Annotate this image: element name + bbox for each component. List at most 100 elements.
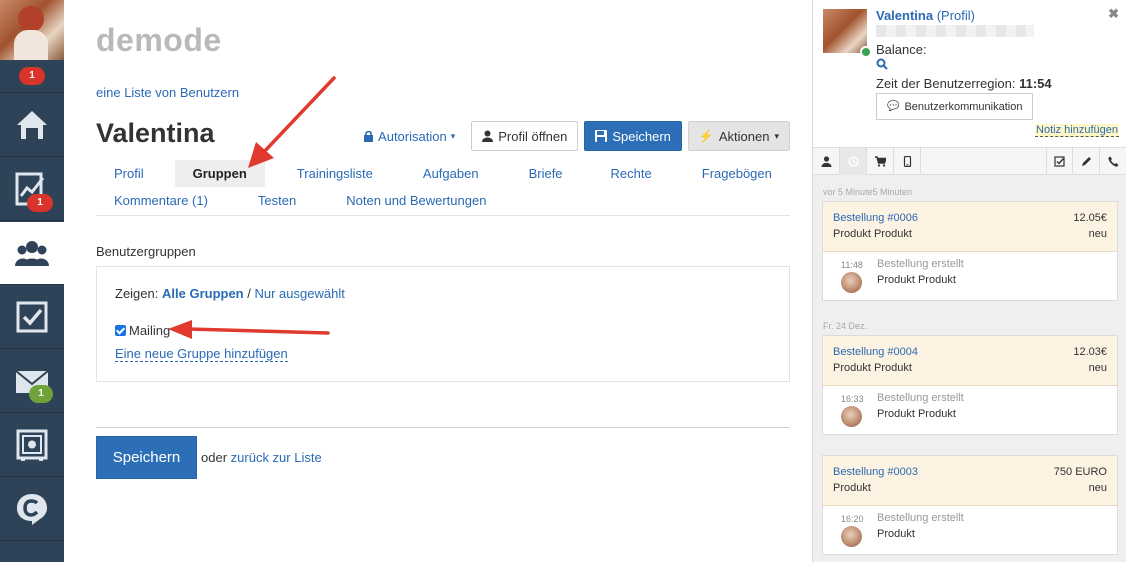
rail-item-tasks[interactable] xyxy=(0,286,64,349)
filter-label: Zeigen: xyxy=(115,286,159,301)
order-link[interactable]: Bestellung #0006 xyxy=(833,212,918,224)
panel-tab-cart[interactable] xyxy=(867,148,894,175)
left-rail: 1 1 1 xyxy=(0,0,64,562)
tab-rights[interactable]: Rechte xyxy=(611,160,652,187)
order-event: 11:48 Bestellung erstellt Produkt Produk… xyxy=(823,252,1117,300)
user-icon xyxy=(482,130,494,142)
panel-header: Valentina (Profil) ✖ Balance: Zeit der B… xyxy=(813,0,1126,148)
avatar xyxy=(823,9,867,53)
avatar xyxy=(841,406,862,427)
open-profile-button[interactable]: Profil öffnen xyxy=(471,121,579,151)
users-icon xyxy=(15,241,49,266)
order-price: 12.05€ xyxy=(1073,212,1107,224)
user-avatar[interactable] xyxy=(0,0,64,60)
group-item: Mailing xyxy=(115,323,170,338)
rail-item-home[interactable] xyxy=(0,94,64,157)
rail-item-mail[interactable]: 1 xyxy=(0,350,64,413)
communication-button[interactable]: 💬 Benutzerkommunikation xyxy=(876,93,1034,120)
tab-training-list[interactable]: Trainingsliste xyxy=(297,160,373,187)
communication-label: Benutzerkommunikation xyxy=(904,100,1023,113)
checkbox-icon xyxy=(16,301,48,333)
filter-all-groups[interactable]: Alle Gruppen xyxy=(162,286,244,301)
feed-date: Fr. 24 Dez. xyxy=(823,321,868,331)
user-side-panel: Valentina (Profil) ✖ Balance: Zeit der B… xyxy=(812,0,1126,562)
tab-groups[interactable]: Gruppen xyxy=(174,160,265,187)
authorization-label: Autorisation xyxy=(378,128,447,144)
annotation-arrow xyxy=(248,76,336,168)
floppy-icon xyxy=(595,130,608,142)
panel-tab-tasks[interactable] xyxy=(1046,148,1073,175)
add-group-link[interactable]: Eine neue Gruppe hinzufügen xyxy=(115,346,288,362)
section-title: Benutzergruppen xyxy=(96,244,196,259)
event-product: Produkt Produkt xyxy=(877,408,956,420)
group-label[interactable]: Mailing xyxy=(129,323,170,338)
tab-bar: Profil Gruppen Trainingsliste Aufgaben B… xyxy=(96,160,790,214)
bolt-icon: ⚡ xyxy=(698,129,714,143)
order-header: Bestellung #0003 750 EURO Produkt neu xyxy=(823,456,1117,506)
stats-badge: 1 xyxy=(27,194,53,212)
open-profile-label: Profil öffnen xyxy=(498,128,568,144)
notification-row[interactable]: 1 xyxy=(0,60,64,93)
actions-dropdown[interactable]: ⚡ Aktionen ▾ xyxy=(687,121,790,151)
divider xyxy=(96,427,790,428)
tab-questionnaires[interactable]: Fragebögen xyxy=(702,160,772,187)
panel-tab-user[interactable] xyxy=(813,148,840,175)
group-checkbox[interactable] xyxy=(115,325,126,336)
panel-tab-history[interactable] xyxy=(840,148,867,175)
event-product: Produkt Produkt xyxy=(877,274,956,286)
filter-separator: / xyxy=(247,286,251,301)
order-status: neu xyxy=(1088,228,1107,240)
tab-tasks[interactable]: Aufgaben xyxy=(423,160,479,187)
safe-icon xyxy=(16,429,48,461)
panel-tab-edit[interactable] xyxy=(1073,148,1100,175)
rail-item-chat[interactable] xyxy=(0,478,64,541)
tab-comments[interactable]: Kommentare (1) xyxy=(114,187,208,214)
tab-profile[interactable]: Profil xyxy=(114,160,144,187)
order-link[interactable]: Bestellung #0003 xyxy=(833,466,918,478)
rail-item-safe[interactable] xyxy=(0,414,64,477)
user-icon xyxy=(821,156,831,167)
panel-profile-link[interactable]: (Profil) xyxy=(937,8,975,23)
add-note-link[interactable]: Notiz hinzufügen xyxy=(1035,124,1119,137)
panel-tab-mobile[interactable] xyxy=(894,148,921,175)
filter-selected-only[interactable]: Nur ausgewählt xyxy=(255,286,345,301)
tab-testing[interactable]: Testen xyxy=(258,187,296,214)
close-icon[interactable]: ✖ xyxy=(1108,6,1119,22)
event-time: 16:33 xyxy=(841,394,864,404)
order-header: Bestellung #0006 12.05€ Produkt Produkt … xyxy=(823,202,1117,252)
panel-tab-phone[interactable] xyxy=(1100,148,1126,175)
feed-date: vor 5 Minute5 Minuten xyxy=(823,187,913,197)
breadcrumb-users-list[interactable]: eine Liste von Benutzern xyxy=(96,85,239,100)
order-link[interactable]: Bestellung #0004 xyxy=(833,346,918,358)
balance-label: Balance: xyxy=(876,42,927,57)
save-label: Speichern xyxy=(612,128,671,144)
panel-name-link[interactable]: Valentina xyxy=(876,8,933,23)
order-card: Bestellung #0004 12.03€ Produkt Produkt … xyxy=(822,335,1118,435)
history-icon xyxy=(847,156,859,167)
lock-icon xyxy=(364,130,374,142)
order-price: 750 EURO xyxy=(1053,466,1107,478)
save-button[interactable]: Speichern xyxy=(584,121,682,151)
search-icon[interactable] xyxy=(876,58,888,70)
order-event: 16:20 Bestellung erstellt Produkt xyxy=(823,506,1117,554)
order-price: 12.03€ xyxy=(1073,346,1107,358)
pencil-icon xyxy=(1081,157,1091,166)
filter-row: Zeigen: Alle Gruppen / Nur ausgewählt xyxy=(115,286,345,301)
time-value: 11:54 xyxy=(1019,76,1052,91)
caret-down-icon: ▾ xyxy=(774,130,779,141)
save-bottom-button[interactable]: Speichern xyxy=(96,436,197,479)
caret-down-icon: ▾ xyxy=(450,130,456,141)
main-content: demode eine Liste von Benutzern Valentin… xyxy=(64,0,812,562)
authorization-dropdown[interactable]: Autorisation ▾ xyxy=(363,129,455,144)
rail-item-users[interactable] xyxy=(0,222,64,285)
mail-badge: 1 xyxy=(29,385,53,403)
tab-grades[interactable]: Noten und Bewertungen xyxy=(346,187,486,214)
chat-c-icon xyxy=(17,494,47,525)
order-product: Produkt Produkt xyxy=(833,228,912,240)
tab-row-1: Profil Gruppen Trainingsliste Aufgaben B… xyxy=(96,160,790,187)
back-to-list-link[interactable]: zurück zur Liste xyxy=(231,450,322,465)
site-name: demode xyxy=(96,22,222,58)
rail-item-stats[interactable]: 1 xyxy=(0,158,64,221)
tab-letters[interactable]: Briefe xyxy=(529,160,563,187)
or-text: oder xyxy=(201,450,228,465)
